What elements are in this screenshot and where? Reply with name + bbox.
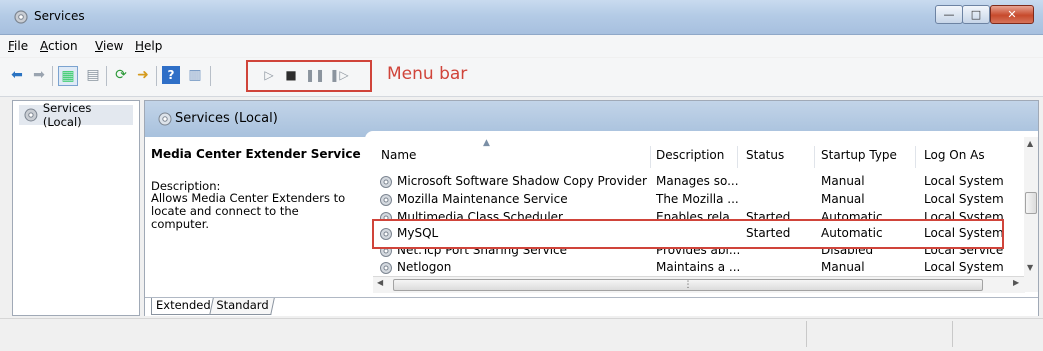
service-logon: Local System xyxy=(924,260,1004,274)
description-text: Allows Media Center Extenders to locate … xyxy=(151,191,346,231)
start-service-icon[interactable]: ▷ xyxy=(260,66,278,84)
pause-service-icon[interactable]: ❚❚ xyxy=(305,66,325,84)
help-icon[interactable]: ? xyxy=(162,66,180,84)
show-hide-action-pane-icon[interactable]: ▥ xyxy=(186,66,204,84)
column-header-name[interactable]: Name xyxy=(381,148,416,162)
properties-icon[interactable]: ▤ xyxy=(84,66,102,84)
view-tabs: Extended Standard xyxy=(145,297,1038,316)
maximize-icon: □ xyxy=(970,8,982,21)
status-divider xyxy=(952,321,953,347)
service-name: Netlogon xyxy=(397,260,452,274)
tree-item-services-local[interactable]: Services (Local) xyxy=(19,101,133,129)
service-gear-icon xyxy=(380,176,392,188)
forward-arrow-icon[interactable]: ➡ xyxy=(30,66,48,84)
services-icon xyxy=(14,10,28,24)
table-row[interactable]: Microsoft Software Shadow Copy Provider … xyxy=(373,174,1024,190)
service-description: Maintains a ... xyxy=(656,260,741,274)
back-arrow-icon[interactable]: ⬅ xyxy=(8,66,26,84)
service-startup-type: Manual xyxy=(821,260,865,274)
service-logon: Local System xyxy=(924,192,1004,206)
table-row[interactable]: Netlogon Maintains a ... Manual Local Sy… xyxy=(373,260,1024,276)
refresh-icon[interactable]: ⟳ xyxy=(112,66,130,84)
annotation-label: Menu bar xyxy=(387,64,468,84)
service-gear-icon xyxy=(380,194,392,206)
column-header-startup-type[interactable]: Startup Type xyxy=(821,148,897,162)
tree-item-label: Services (Local) xyxy=(42,101,92,129)
column-divider xyxy=(915,146,916,168)
service-logon: Local System xyxy=(924,174,1004,188)
close-button[interactable]: ✕ xyxy=(990,5,1034,24)
scroll-down-icon[interactable]: ▼ xyxy=(1027,263,1033,272)
menu-file[interactable]: File xyxy=(8,39,28,53)
table-row[interactable]: Mozilla Maintenance Service The Mozilla … xyxy=(373,192,1024,208)
services-icon xyxy=(24,108,38,122)
title-bar: Services — □ ✕ xyxy=(0,0,1043,35)
export-list-icon[interactable]: ➜ xyxy=(134,66,152,84)
menu-bar: File Action View Help xyxy=(0,35,1043,57)
toolbar-separator xyxy=(210,66,211,86)
toolbar-separator xyxy=(52,66,53,86)
stop-service-icon[interactable]: ■ xyxy=(282,66,300,84)
pane-title: Services (Local) xyxy=(175,111,278,126)
vertical-scroll-thumb[interactable] xyxy=(1025,192,1037,214)
minimize-icon: — xyxy=(943,8,955,21)
sort-ascending-icon: ▲ xyxy=(483,138,490,148)
column-divider xyxy=(737,146,738,168)
service-description: The Mozilla ... xyxy=(656,192,739,206)
restart-service-icon[interactable]: ❚▷ xyxy=(329,66,348,84)
tab-extended[interactable]: Extended xyxy=(151,298,215,315)
horizontal-scroll-thumb[interactable]: ⋮ xyxy=(393,279,983,291)
mysql-highlight-box xyxy=(372,219,1004,249)
minimize-button[interactable]: — xyxy=(935,5,963,24)
vertical-scrollbar[interactable]: ▲ ▼ xyxy=(1024,137,1038,292)
column-divider xyxy=(814,146,815,168)
status-bar xyxy=(0,318,1043,351)
scroll-up-icon[interactable]: ▲ xyxy=(1027,139,1033,148)
console-tree: Services (Local) xyxy=(12,100,140,316)
toolbar: ⬅ ➡ ▦ ▤ ⟳ ➜ ? ▥ ▷ ■ ❚❚ ❚▷ xyxy=(0,58,1043,97)
menu-help[interactable]: Help xyxy=(135,39,162,53)
console-tree-icon[interactable]: ▦ xyxy=(58,66,78,86)
toolbar-separator xyxy=(106,66,107,86)
services-icon xyxy=(158,112,172,126)
tab-standard-label: Standard xyxy=(216,298,269,312)
selected-service-name: Media Center Extender Service xyxy=(151,147,361,161)
scroll-right-icon[interactable]: ▶ xyxy=(1013,278,1019,287)
menu-view[interactable]: View xyxy=(95,39,123,53)
close-icon: ✕ xyxy=(1007,8,1017,21)
status-divider xyxy=(806,321,807,347)
grip-icon: ⋮ xyxy=(683,280,693,290)
window-title: Services xyxy=(34,9,85,23)
list-area-corner xyxy=(365,131,1038,139)
toolbar-separator xyxy=(156,66,157,86)
column-divider xyxy=(650,146,651,168)
column-header-status[interactable]: Status xyxy=(746,148,784,162)
tab-standard[interactable]: Standard xyxy=(209,298,276,315)
service-description: Manages so... xyxy=(656,174,739,188)
menu-action[interactable]: Action xyxy=(40,39,78,53)
service-name: Microsoft Software Shadow Copy Provider xyxy=(397,174,647,188)
service-startup-type: Manual xyxy=(821,192,865,206)
column-header-log-on-as[interactable]: Log On As xyxy=(924,148,985,162)
service-name: Mozilla Maintenance Service xyxy=(397,192,568,206)
service-startup-type: Manual xyxy=(821,174,865,188)
maximize-button[interactable]: □ xyxy=(962,5,990,24)
horizontal-scrollbar[interactable]: ◀ ⋮ ▶ xyxy=(373,276,1025,293)
details-pane: Services (Local) Media Center Extender S… xyxy=(144,100,1039,316)
scroll-left-icon[interactable]: ◀ xyxy=(377,278,383,287)
column-header-description[interactable]: Description xyxy=(656,148,724,162)
service-gear-icon xyxy=(380,262,392,274)
